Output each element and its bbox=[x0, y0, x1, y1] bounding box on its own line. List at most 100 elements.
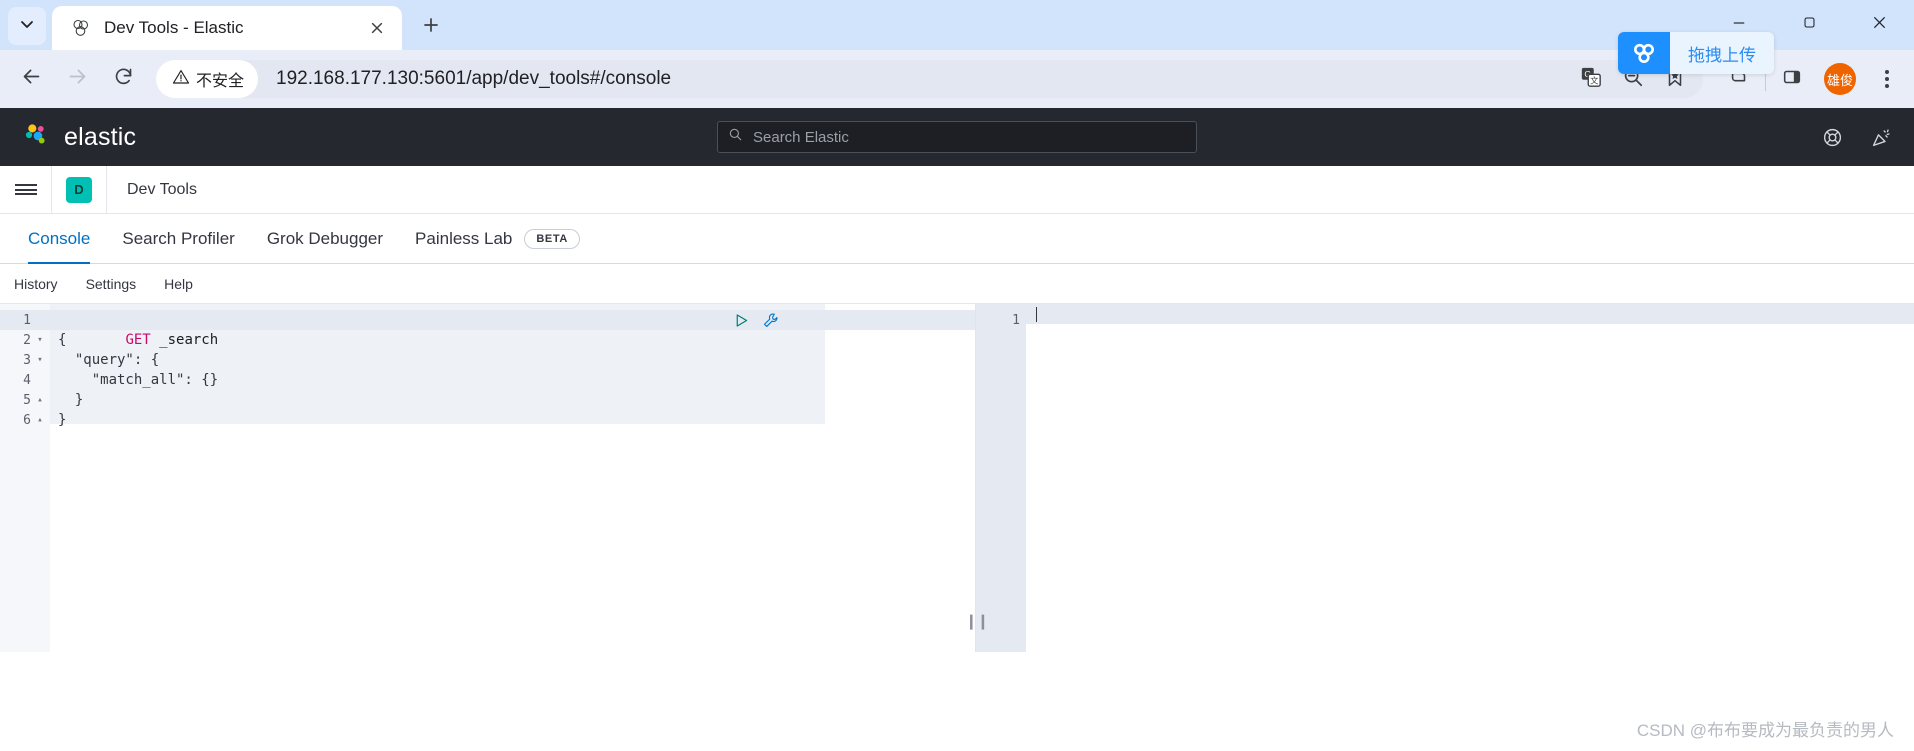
translate-button[interactable]: G 文 bbox=[1573, 61, 1609, 97]
response-empty-area bbox=[1026, 324, 1914, 652]
response-body[interactable] bbox=[1026, 304, 1914, 652]
nav-menu-button[interactable] bbox=[0, 166, 52, 213]
line-number: 4 bbox=[23, 372, 31, 388]
app-tabs: Console Search Profiler Grok Debugger Pa… bbox=[0, 214, 1914, 264]
sidepanel-icon bbox=[1781, 66, 1803, 93]
app-badge: D bbox=[66, 176, 92, 203]
resize-handle-icon[interactable]: ❙❙ bbox=[965, 612, 989, 630]
forward-arrow-icon bbox=[67, 66, 88, 92]
tab-console[interactable]: Console bbox=[12, 214, 106, 264]
code-line: "query": { bbox=[58, 352, 160, 368]
console-menu-history[interactable]: History bbox=[14, 276, 58, 292]
reload-icon bbox=[113, 66, 134, 92]
request-editor[interactable]: 1 2 ▾ 3 ▾ 4 5 ▴ 6 ▴ GET _search {"query… bbox=[0, 304, 989, 652]
elastic-brand-name: elastic bbox=[64, 122, 137, 151]
baidu-netdisk-icon bbox=[1618, 32, 1670, 74]
tab-painless-lab-label: Painless Lab bbox=[415, 228, 513, 248]
fold-toggle[interactable]: ▾ bbox=[36, 335, 44, 345]
browser-toolbar: 不安全 192.168.177.130:5601/app/dev_tools#/… bbox=[0, 32, 1914, 108]
gutter-row: 6 ▴ bbox=[0, 410, 50, 430]
tab-grok-debugger-label: Grok Debugger bbox=[266, 228, 384, 248]
tab-painless-lab[interactable]: Painless Lab BETA bbox=[399, 214, 596, 263]
chevron-down-icon bbox=[19, 16, 35, 37]
line-number: 2 bbox=[23, 332, 31, 348]
reload-button[interactable] bbox=[102, 58, 144, 100]
breadcrumb-badge-wrap: D bbox=[52, 166, 107, 213]
browser-menu-button[interactable] bbox=[1870, 60, 1904, 98]
party-popper-icon[interactable] bbox=[1871, 127, 1892, 148]
elastic-brand[interactable]: elastic bbox=[22, 120, 136, 155]
tab-search-profiler-label: Search Profiler bbox=[122, 228, 235, 248]
forward-button[interactable] bbox=[56, 58, 98, 100]
search-icon bbox=[728, 127, 743, 147]
elastic-favicon bbox=[70, 17, 92, 39]
code-line: { bbox=[58, 332, 67, 348]
new-tab-button[interactable] bbox=[412, 8, 450, 46]
google-translate-icon: G 文 bbox=[1580, 66, 1602, 93]
response-first-line bbox=[1026, 304, 1914, 324]
window-maximize-button[interactable] bbox=[1774, 0, 1844, 50]
address-bar-url: 192.168.177.130:5601/app/dev_tools#/cons… bbox=[276, 68, 672, 89]
tab-search-profiler[interactable]: Search Profiler bbox=[106, 214, 250, 263]
response-viewer[interactable]: 1 bbox=[975, 304, 1914, 652]
three-dot-menu-icon bbox=[1885, 70, 1889, 74]
gutter-row: 5 ▴ bbox=[0, 390, 50, 410]
hamburger-menu-icon bbox=[14, 182, 37, 198]
code-line: } bbox=[58, 392, 84, 408]
line-number: 6 bbox=[23, 412, 31, 428]
tab-search-button[interactable] bbox=[8, 7, 46, 45]
security-indicator[interactable]: 不安全 bbox=[156, 60, 259, 98]
wrench-icon[interactable] bbox=[762, 312, 779, 334]
extension-button-2[interactable] bbox=[1774, 61, 1810, 97]
address-bar[interactable]: 不安全 192.168.177.130:5601/app/dev_tools#/… bbox=[156, 60, 1703, 98]
profile-avatar[interactable]: 雄俊 bbox=[1824, 63, 1856, 95]
gutter-row: 1 bbox=[976, 310, 1026, 330]
line-number: 1 bbox=[1012, 312, 1020, 328]
gutter-row: 4 bbox=[0, 370, 50, 390]
breadcrumb-title[interactable]: Dev Tools bbox=[107, 166, 197, 213]
elastic-search-placeholder: Search Elastic bbox=[753, 128, 849, 146]
browser-tab[interactable]: Dev Tools - Elastic bbox=[52, 6, 402, 50]
tab-grok-debugger[interactable]: Grok Debugger bbox=[251, 214, 399, 263]
warning-triangle-icon bbox=[172, 68, 190, 91]
request-actions bbox=[733, 312, 779, 334]
fold-toggle[interactable]: ▴ bbox=[36, 415, 44, 425]
netdisk-upload-label: 拖拽上传 bbox=[1670, 32, 1774, 74]
svg-text:文: 文 bbox=[1590, 75, 1598, 85]
editor-code-area[interactable]: GET _search { "query": { "match_all": {}… bbox=[50, 304, 975, 652]
console-body: 1 2 ▾ 3 ▾ 4 5 ▴ 6 ▴ GET _search {"query… bbox=[0, 304, 1914, 652]
play-request-icon[interactable] bbox=[733, 312, 750, 334]
beta-badge: BETA bbox=[524, 228, 580, 249]
gutter-row: 2 ▾ bbox=[0, 330, 50, 350]
window-close-icon bbox=[1872, 15, 1887, 35]
help-ring-icon[interactable] bbox=[1822, 127, 1843, 148]
editor-gutter: 1 2 ▾ 3 ▾ 4 5 ▴ 6 ▴ bbox=[0, 304, 50, 652]
fold-toggle[interactable]: ▾ bbox=[36, 355, 44, 365]
back-button[interactable] bbox=[10, 58, 52, 100]
line-number: 5 bbox=[23, 392, 31, 408]
line-number: 3 bbox=[23, 352, 31, 368]
security-label: 不安全 bbox=[196, 73, 245, 90]
netdisk-upload-chip[interactable]: 拖拽上传 bbox=[1618, 32, 1774, 74]
line-number: 1 bbox=[23, 312, 31, 328]
console-menu-help[interactable]: Help bbox=[164, 276, 193, 292]
code-line: "match_all": {} bbox=[58, 372, 219, 388]
close-icon[interactable] bbox=[364, 15, 390, 41]
elastic-header-actions bbox=[1822, 127, 1892, 148]
fold-toggle[interactable]: ▴ bbox=[36, 395, 44, 405]
code-line: } bbox=[58, 412, 67, 428]
page-footer-area: CSDN @布布要成为最负责的男人 bbox=[0, 652, 1914, 749]
maximize-icon bbox=[1803, 16, 1816, 34]
watermark-text: CSDN @布布要成为最负责的男人 bbox=[1636, 721, 1894, 740]
tab-console-label: Console bbox=[28, 228, 91, 248]
code-line: GET _search bbox=[50, 310, 975, 348]
text-caret bbox=[1036, 307, 1037, 322]
elastic-search-input[interactable]: Search Elastic bbox=[717, 121, 1197, 153]
gutter-row: 1 bbox=[0, 310, 50, 330]
plus-icon bbox=[422, 13, 440, 41]
window-close-button[interactable] bbox=[1844, 0, 1914, 50]
elastic-global-header: elastic Search Elastic bbox=[0, 108, 1914, 166]
console-menu-bar: History Settings Help bbox=[0, 264, 1914, 304]
console-menu-settings[interactable]: Settings bbox=[86, 276, 137, 292]
back-arrow-icon bbox=[21, 66, 42, 92]
